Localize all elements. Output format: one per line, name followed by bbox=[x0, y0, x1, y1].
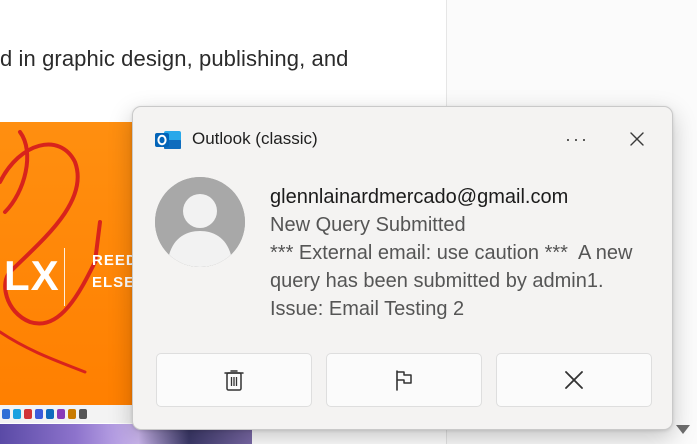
flag-icon bbox=[396, 370, 412, 391]
mini-app-icon[interactable] bbox=[79, 409, 87, 419]
notification-content[interactable]: glennlainardmercado@gmail.com New Query … bbox=[270, 183, 655, 323]
mini-app-icon[interactable] bbox=[13, 409, 21, 419]
dismiss-button[interactable] bbox=[496, 353, 652, 407]
close-icon bbox=[630, 132, 644, 146]
publisher-banner: LX REED ELSE bbox=[0, 122, 135, 410]
outlook-notification[interactable]: Outlook (classic) ··· glennlainardmercad… bbox=[132, 106, 673, 430]
avatar bbox=[155, 177, 245, 267]
more-options-button[interactable]: ··· bbox=[559, 123, 595, 155]
mini-app-icon[interactable] bbox=[35, 409, 43, 419]
scroll-down-icon[interactable] bbox=[676, 425, 690, 434]
document-text: d in graphic design, publishing, and bbox=[0, 46, 349, 71]
person-icon bbox=[155, 177, 245, 267]
action-bar bbox=[156, 353, 652, 409]
outlook-icon bbox=[155, 131, 181, 149]
mini-app-icon[interactable] bbox=[2, 409, 10, 419]
email-preview: *** External email: use caution *** A ne… bbox=[270, 242, 638, 320]
desktop-screen: d in graphic design, publishing, and LX … bbox=[0, 0, 697, 444]
app-name: Outlook (classic) bbox=[192, 129, 318, 148]
mini-app-icon[interactable] bbox=[46, 409, 54, 419]
banner-line-1: REED bbox=[92, 252, 135, 269]
flag-button[interactable] bbox=[326, 353, 482, 407]
mini-app-icon[interactable] bbox=[68, 409, 76, 419]
banner-brand-text: LX bbox=[4, 252, 60, 299]
email-subject: New Query Submitted bbox=[270, 214, 466, 236]
close-icon bbox=[565, 371, 583, 389]
mini-app-icon[interactable] bbox=[24, 409, 32, 419]
notification-header: Outlook (classic) ··· bbox=[133, 107, 672, 173]
delete-button[interactable] bbox=[156, 353, 312, 407]
sender-email: glennlainardmercado@gmail.com bbox=[270, 186, 569, 208]
banner-divider bbox=[64, 248, 65, 306]
close-button[interactable] bbox=[619, 123, 655, 155]
banner-line-2: ELSE bbox=[92, 274, 135, 291]
trash-icon bbox=[224, 370, 244, 391]
mini-toolbar bbox=[0, 405, 137, 423]
mini-app-icon[interactable] bbox=[57, 409, 65, 419]
